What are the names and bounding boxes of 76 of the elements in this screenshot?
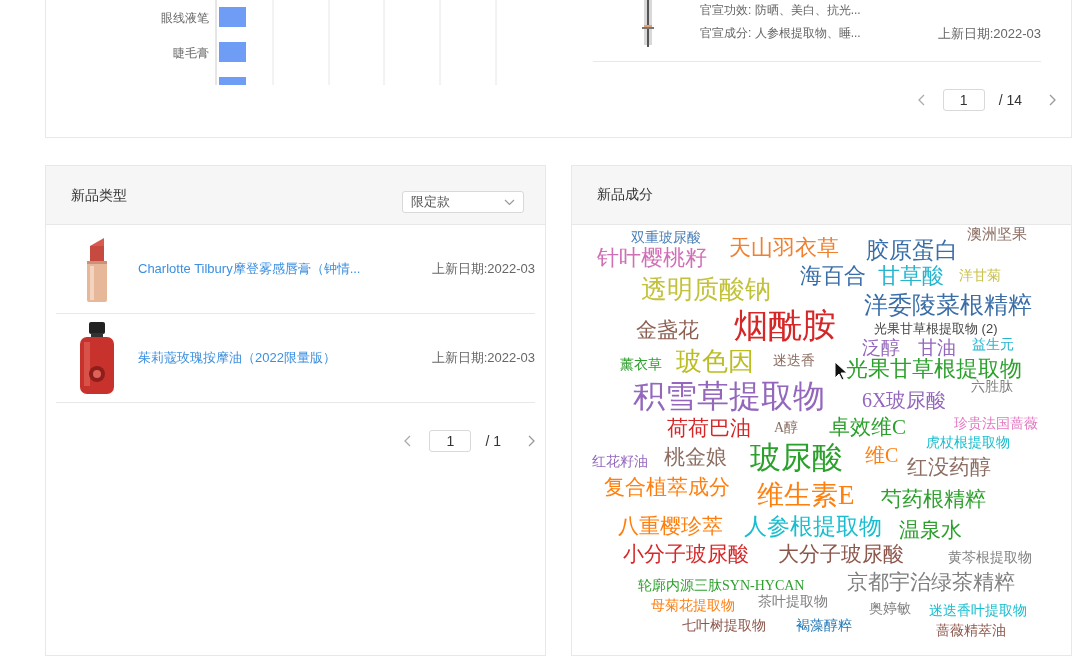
word-cloud-term: 光果甘草根提取物 [846,358,1022,380]
card-title: 新品类型 [71,187,127,205]
axis-label: 睫毛膏 [173,46,209,60]
word-cloud-term: 甘油 [918,338,956,357]
efficacy-text: 官宣功效: 防晒、美白、抗光... [700,2,862,19]
word-cloud-term: 胶原蛋白 [866,239,958,262]
bar [219,42,246,62]
axis-label: 眼线液笔 [161,11,209,25]
word-cloud-term: 透明质酸钠 [641,277,771,303]
word-cloud-term: 褐藻醇粹 [796,619,852,633]
word-cloud-term: 七叶树提取物 [682,619,766,633]
word-cloud-term: 洋甘菊 [959,269,1001,283]
release-date: 上新日期:2022-03 [431,260,535,278]
word-cloud-term: 蔷薇精萃油 [936,624,1006,638]
word-cloud-term: 玻尿酸 [750,442,843,473]
word-cloud-term: 轮廓内源三肽SYN-HYCAN [638,579,805,593]
next-page-icon[interactable] [1048,94,1056,106]
word-cloud-term: 针叶樱桃籽 [597,247,707,269]
word-cloud-term: 红没药醇 [907,457,991,478]
filter-dropdown[interactable]: 限定款 [402,191,524,213]
word-cloud-term: 红花籽油 [592,455,648,469]
word-cloud-term: 6X玻尿酸 [862,390,947,410]
page-input[interactable]: 1 [942,89,985,111]
word-cloud-term: 奥婷敏 [869,602,911,616]
product-link[interactable]: 茱莉蔻玫瑰按摩油（2022限量版） [138,349,432,367]
word-cloud-term: 迷迭香叶提取物 [929,604,1027,618]
chevron-down-icon [504,198,515,206]
word-cloud-term: 薰衣草 [620,358,662,372]
word-cloud-term: 烟酰胺 [734,309,836,343]
word-cloud-term: 大分子玻尿酸 [778,544,904,565]
bar [219,77,246,85]
tooltip: 光果甘草根提取物 (2) [874,321,998,336]
word-cloud-term: 维生素E [757,482,855,509]
word-cloud-term: 玻色因 [676,349,754,375]
card-title: 新品成分 [597,186,653,204]
word-cloud-term: 双重玻尿酸 [631,231,701,245]
word-cloud-term: 六胜肽 [971,380,1013,394]
word-cloud-term: 迷迭香 [773,354,815,368]
previous-page-icon[interactable] [404,435,413,447]
word-cloud-term: 茶叶提取物 [758,595,828,609]
word-cloud-term: 黄芩根提取物 [948,551,1032,565]
word-cloud-term: 天山羽衣草 [729,237,839,259]
word-cloud-term: 京都宇治绿茶精粹 [847,572,1015,593]
word-cloud-term: 卓效维C [829,417,906,438]
page-total: / 1 [485,433,501,449]
word-cloud-term: 澳洲坚果 [967,227,1027,242]
ingredients-text: 官宣成分: 人参根提取物、睡... [700,25,861,42]
next-page-icon[interactable] [527,435,535,447]
word-cloud-term: 小分子玻尿酸 [623,544,749,565]
word-cloud-term: 益生元 [972,338,1014,352]
release-date: 上新日期:2022-03 [937,25,1041,43]
word-cloud-term: 母菊花提取物 [651,599,735,613]
word-cloud-term: 积雪草提取物 [633,380,825,412]
previous-page-icon[interactable] [917,94,926,106]
word-cloud-term: 泛醇 [862,338,900,357]
page-input[interactable]: 1 [429,430,472,452]
word-cloud-term: 甘草酸 [878,265,944,287]
word-cloud-term: 温泉水 [899,520,962,541]
release-date: 上新日期:2022-03 [431,349,535,367]
word-cloud-term: 芍药根精粹 [881,489,986,510]
word-cloud-term: 荷荷巴油 [667,418,751,439]
word-cloud-term: A醇 [774,421,799,435]
word-cloud-term: 金盏花 [636,320,699,341]
product-link[interactable]: Charlotte Tilbury摩登雾感唇膏（钟情... [138,260,432,278]
word-cloud-term: 桃金娘 [664,447,727,468]
page-total: / 14 [998,92,1022,108]
word-cloud-term: 虎杖根提取物 [926,436,1010,450]
bar [219,7,246,27]
word-cloud-term: 八重樱珍萃 [618,516,723,537]
word-cloud-term: 洋委陵菜根精粹 [864,293,1032,317]
word-cloud-term: 珍贵法国蔷薇 [954,417,1038,431]
word-cloud-term: 人参根提取物 [744,515,882,538]
cursor-icon [834,361,848,381]
word-cloud-term: 复合植萃成分 [604,477,730,498]
word-cloud-term: 海百合 [800,265,866,287]
word-cloud-term: 维C [865,445,899,465]
